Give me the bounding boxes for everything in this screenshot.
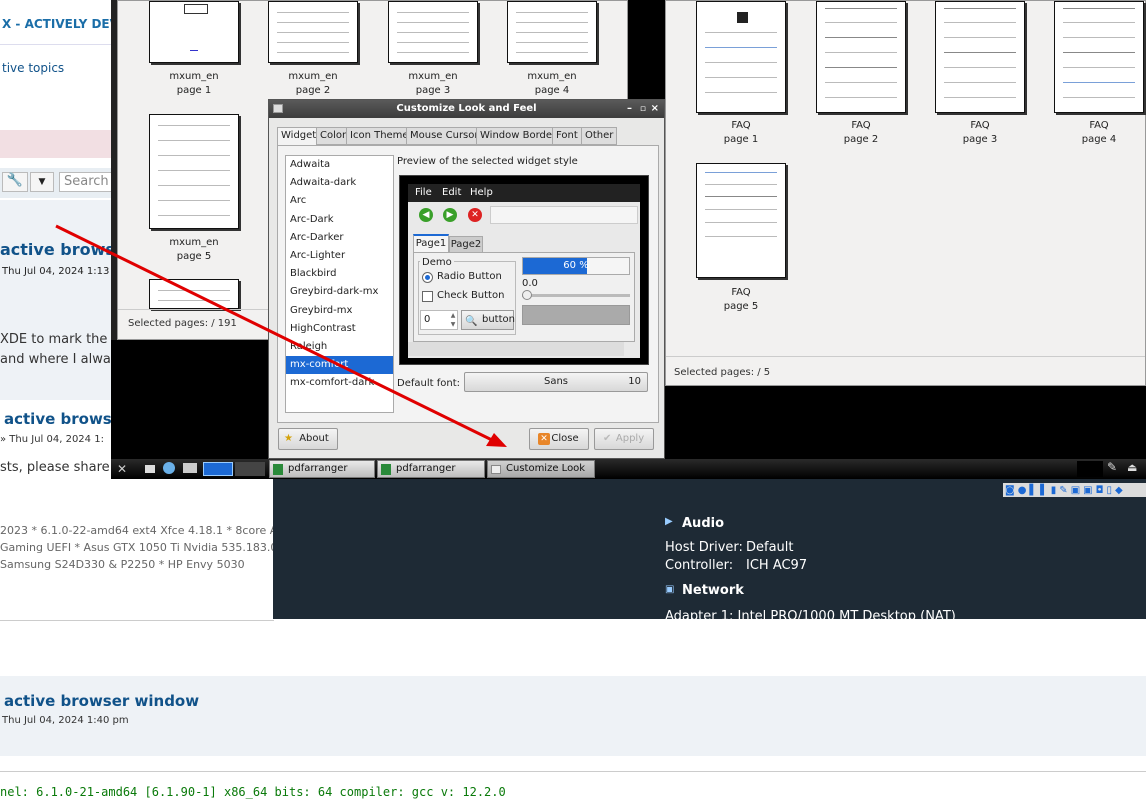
arrow-shaft — [55, 224, 495, 443]
annotation-arrow — [55, 224, 507, 447]
